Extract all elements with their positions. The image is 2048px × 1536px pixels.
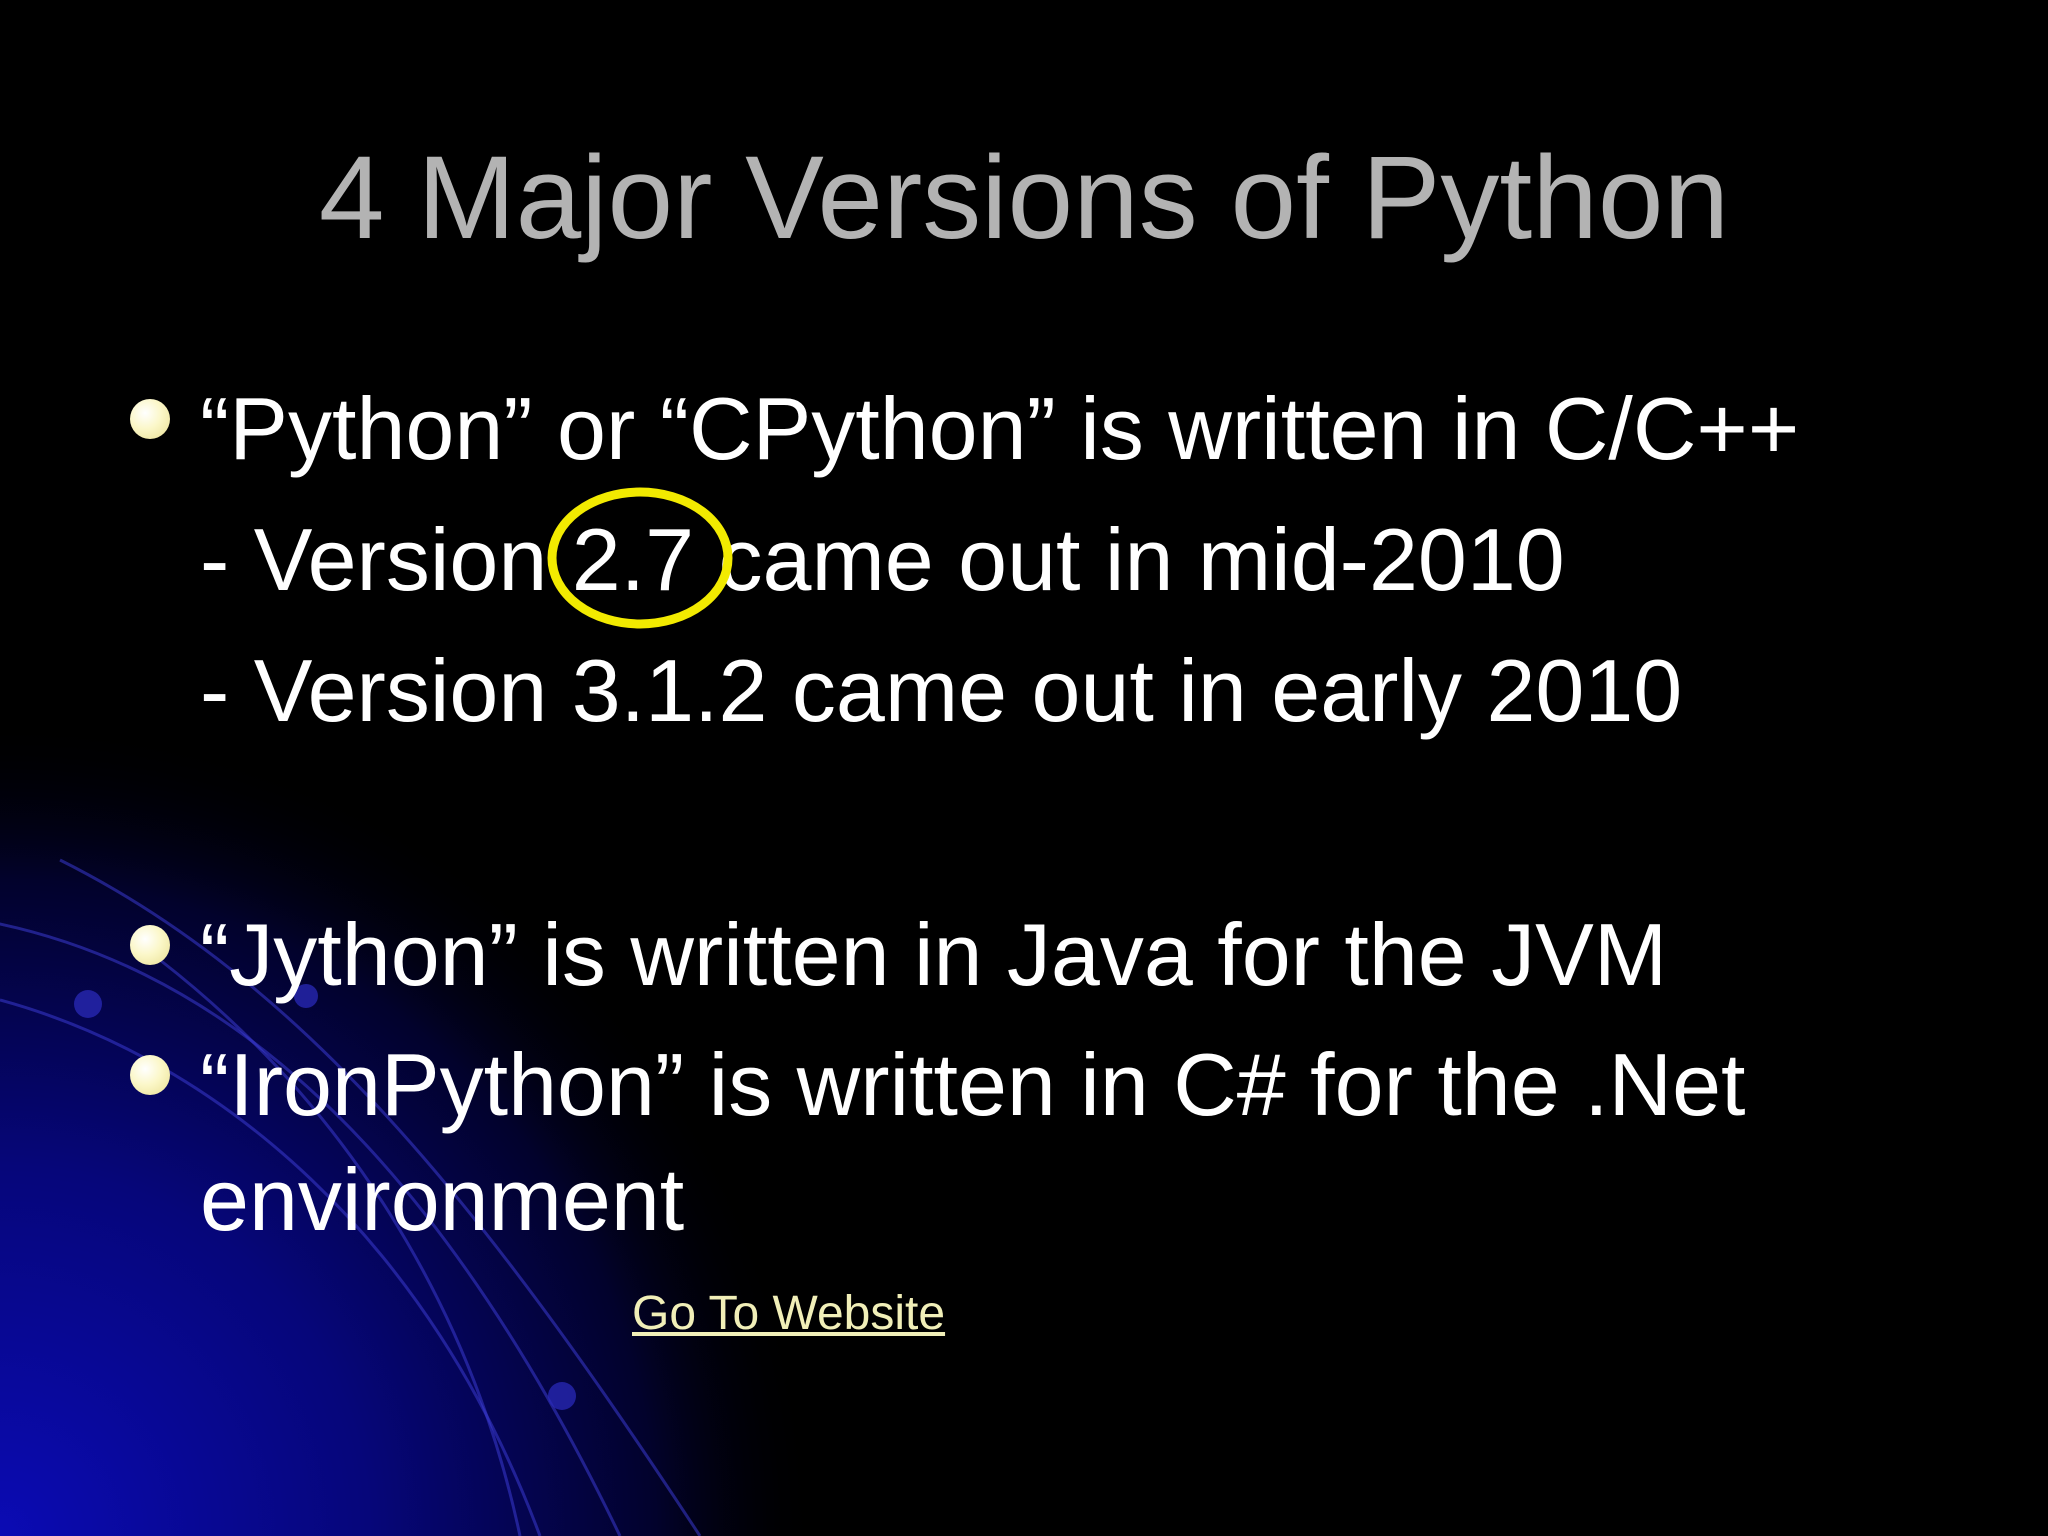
bullet-text-cpython: “Python” or “CPython” is written in C/C+… xyxy=(200,379,1800,478)
bullet-text-ironpython: “IronPython” is written in C# for the .N… xyxy=(200,1035,1746,1134)
presentation-slide: 4 Major Versions of Python “Python” or “… xyxy=(0,0,2048,1536)
bullet-dot-icon xyxy=(130,1055,170,1095)
bullet-dot-icon xyxy=(130,399,170,439)
bullet-text-jython: “Jython” is written in Java for the JVM xyxy=(200,905,1668,1004)
go-to-website-link[interactable]: Go To Website xyxy=(632,1286,945,1342)
sub-item-version-2-7: - Version 2.7 came out in mid-2010 xyxy=(200,510,1565,609)
slide-title: 4 Major Versions of Python xyxy=(318,132,1730,264)
bullet-dot-icon xyxy=(130,925,170,965)
sub-item-version-3-1-2: - Version 3.1.2 came out in early 2010 xyxy=(200,641,1683,740)
bullet-text-ironpython-continuation: environment xyxy=(200,1150,685,1249)
